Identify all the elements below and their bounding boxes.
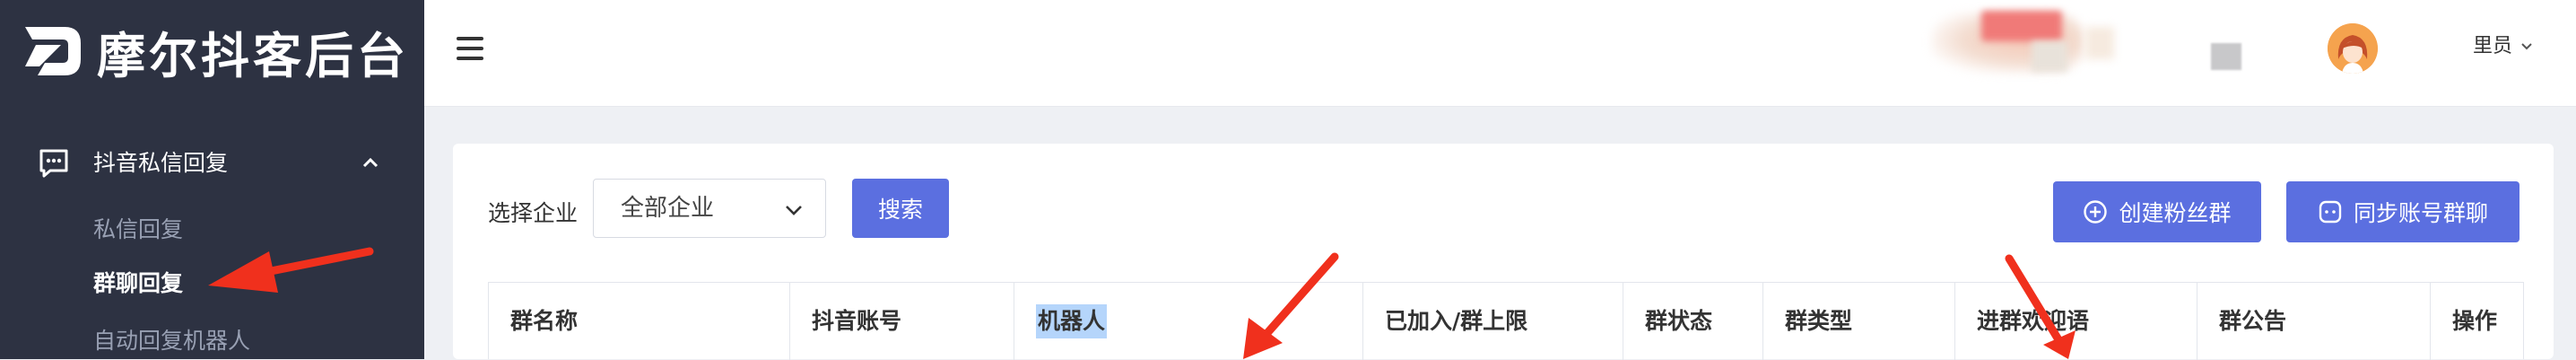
top-header: 里员 [424,0,2576,107]
column-header-joined-limit[interactable]: 已加入/群上限 [1363,283,1623,360]
company-select-value: 全部企业 [621,195,715,222]
blurred-region [1981,11,2062,41]
column-header-welcome-message[interactable]: 进群欢迎语 [1955,283,2197,360]
app-title: 摩尔抖客后台 [97,27,409,84]
plus-circle-icon [2084,200,2108,224]
hamburger-icon[interactable] [457,37,483,60]
app-logo[interactable]: 摩尔抖客后台 [20,20,409,84]
menu-group-douyin-dm[interactable]: 抖音私信回复 [0,135,424,192]
avatar-illustration [2328,23,2378,74]
column-header-douyin-account[interactable]: 抖音账号 [790,283,1014,360]
chat-bubble-icon [39,149,68,178]
blurred-region [2032,41,2067,72]
sidebar-item-auto-reply-bot[interactable]: 自动回复机器人 [93,325,250,357]
sync-account-groups-label: 同步账号群聊 [2353,200,2488,226]
content-card: 选择企业 全部企业 搜索 创建粉丝群 同步账号群聊 群名称 抖音账号 机器人 已… [453,144,2554,360]
chevron-up-icon [362,157,379,168]
chat-dots-icon [2319,200,2342,224]
column-header-group-type[interactable]: 群类型 [1763,283,1955,360]
column-header-group-status[interactable]: 群状态 [1623,283,1763,360]
blurred-region [2211,43,2241,70]
blurred-region [2085,27,2114,59]
column-header-label: 进群欢迎语 [1977,308,2090,334]
column-header-label: 操作 [2452,308,2498,334]
sync-account-groups-button[interactable]: 同步账号群聊 [2286,181,2519,242]
column-header-label: 群名称 [510,308,579,334]
menu-group-label: 抖音私信回复 [93,150,229,176]
chevron-down-icon [786,206,802,215]
search-button-label: 搜索 [877,197,923,223]
sidebar-item-group-reply[interactable]: 群聊回复 [93,268,183,300]
column-header-group-name[interactable]: 群名称 [489,283,790,360]
user-name-text: 里员 [2473,35,2513,57]
create-fan-group-label: 创建粉丝群 [2119,200,2232,226]
chevron-down-icon[interactable] [2519,40,2534,54]
create-fan-group-button[interactable]: 创建粉丝群 [2053,181,2261,242]
column-header-group-notice[interactable]: 群公告 [2197,283,2431,360]
column-header-actions[interactable]: 操作 [2431,283,2525,360]
logo-mark-icon [25,27,81,75]
user-name[interactable]: 里员 [2473,32,2512,61]
table-header: 群名称 抖音账号 机器人 已加入/群上限 群状态 群类型 进群欢迎语 群公告 操… [488,282,2525,360]
column-header-label: 机器人 [1036,304,1108,338]
column-header-label: 群类型 [1785,308,1853,334]
column-header-label: 抖音账号 [812,308,902,334]
sidebar: 摩尔抖客后台 抖音私信回复 私信回复 群聊回复 自动回复机器人 [0,0,424,359]
company-filter-label: 选择企业 [488,200,579,226]
search-button[interactable]: 搜索 [852,179,949,238]
company-select[interactable]: 全部企业 [593,179,826,238]
column-header-label: 已加入/群上限 [1385,308,1528,334]
column-header-label: 群状态 [1645,308,1713,334]
sidebar-item-dm-reply[interactable]: 私信回复 [93,214,183,246]
column-header-label: 群公告 [2219,308,2287,334]
user-avatar-icon[interactable] [2328,23,2378,74]
column-header-robot[interactable]: 机器人 [1014,283,1363,360]
